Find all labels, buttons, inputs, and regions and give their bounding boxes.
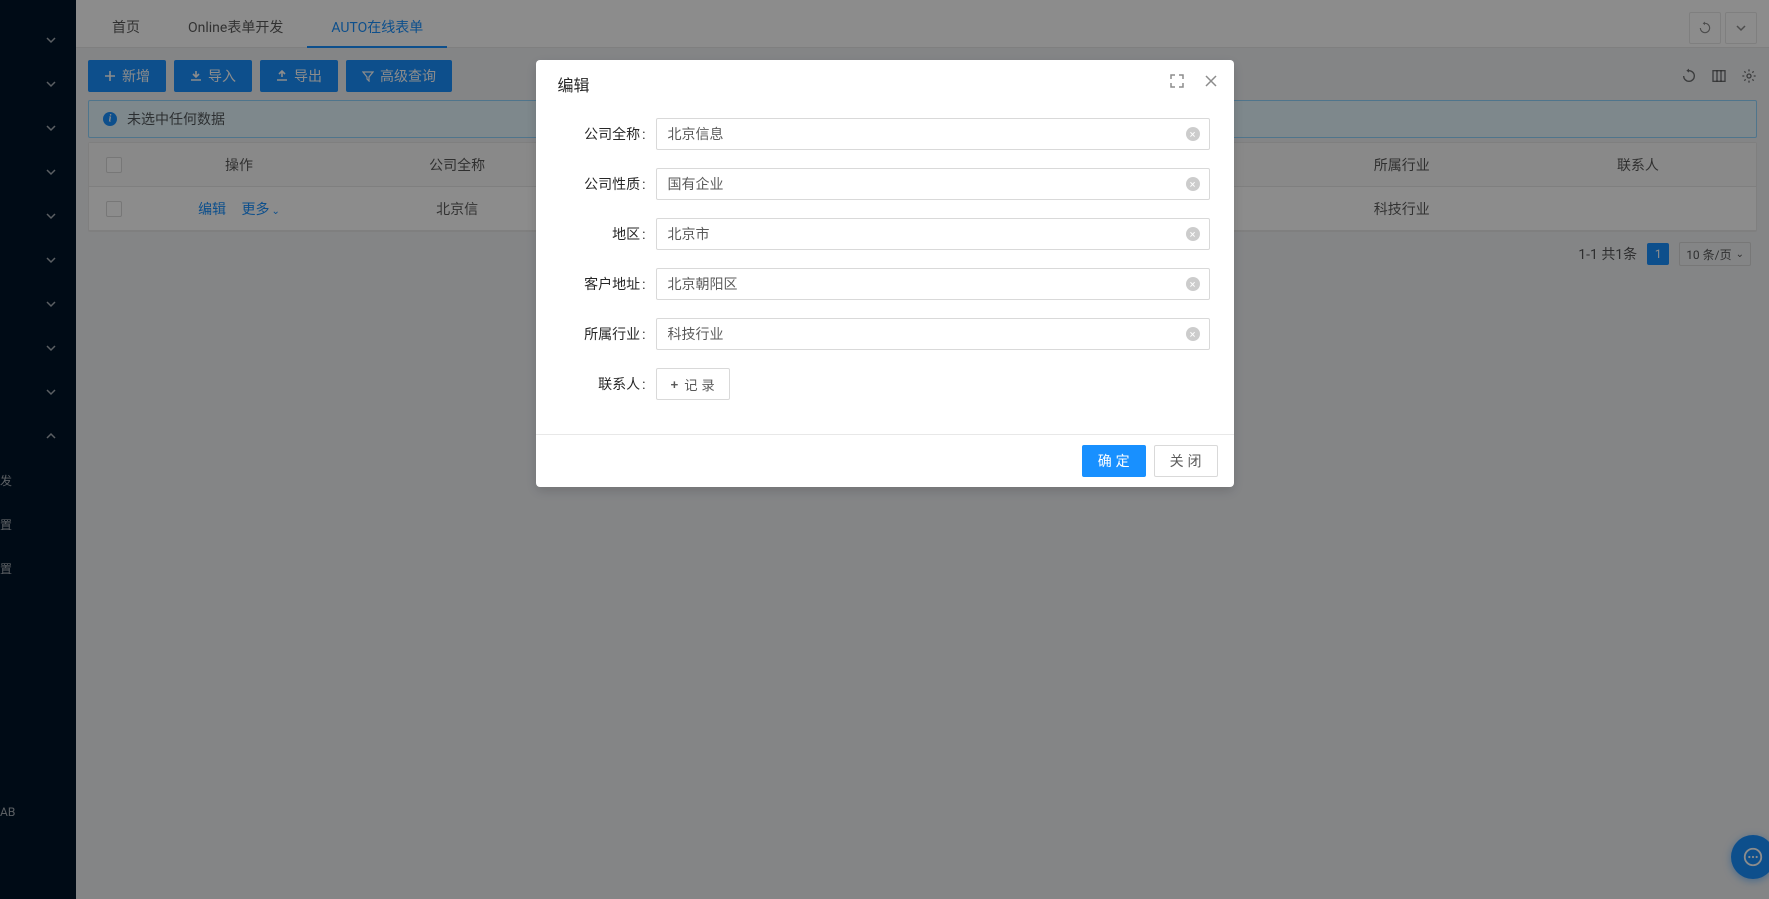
modal-footer: 确 定 关 闭 — [536, 434, 1234, 487]
label-contact: 联系人 — [560, 374, 656, 394]
button-label: 关 闭 — [1170, 451, 1202, 471]
control-industry — [656, 318, 1210, 350]
form-row-address: 客户地址 — [560, 268, 1210, 300]
label-region: 地区 — [560, 224, 656, 244]
input-company-nature[interactable] — [656, 168, 1210, 200]
label-industry: 所属行业 — [560, 324, 656, 344]
control-contact: + 记 录 — [656, 368, 1210, 400]
input-industry[interactable] — [656, 318, 1210, 350]
input-address[interactable] — [656, 268, 1210, 300]
label-company-nature: 公司性质 — [560, 174, 656, 194]
button-label: 记 录 — [684, 375, 714, 394]
fullscreen-button[interactable] — [1170, 74, 1184, 88]
button-label: 确 定 — [1098, 451, 1130, 471]
expand-icon — [1170, 74, 1184, 88]
input-company-name[interactable] — [656, 118, 1210, 150]
input-region[interactable] — [656, 218, 1210, 250]
clear-icon[interactable] — [1186, 227, 1200, 241]
modal-body: 公司全称 公司性质 地区 客户地址 — [536, 108, 1234, 434]
label-company-name: 公司全称 — [560, 124, 656, 144]
cancel-button[interactable]: 关 闭 — [1154, 445, 1218, 477]
close-button[interactable] — [1204, 74, 1218, 88]
add-record-button[interactable]: + 记 录 — [656, 368, 730, 400]
ok-button[interactable]: 确 定 — [1082, 445, 1146, 477]
modal-header: 编辑 — [536, 60, 1234, 108]
clear-icon[interactable] — [1186, 127, 1200, 141]
clear-icon[interactable] — [1186, 277, 1200, 291]
control-company-name — [656, 118, 1210, 150]
clear-icon[interactable] — [1186, 177, 1200, 191]
control-address — [656, 268, 1210, 300]
close-icon — [1204, 74, 1218, 88]
form-row-industry: 所属行业 — [560, 318, 1210, 350]
modal-title: 编辑 — [558, 72, 590, 96]
clear-icon[interactable] — [1186, 327, 1200, 341]
modal-header-icons — [1170, 74, 1218, 88]
control-region — [656, 218, 1210, 250]
form-row-region: 地区 — [560, 218, 1210, 250]
form-row-company-nature: 公司性质 — [560, 168, 1210, 200]
edit-modal: 编辑 公司全称 公司性质 地区 — [536, 60, 1234, 487]
label-address: 客户地址 — [560, 274, 656, 294]
form-row-contact: 联系人 + 记 录 — [560, 368, 1210, 400]
plus-icon: + — [671, 377, 679, 392]
control-company-nature — [656, 168, 1210, 200]
form-row-company-name: 公司全称 — [560, 118, 1210, 150]
